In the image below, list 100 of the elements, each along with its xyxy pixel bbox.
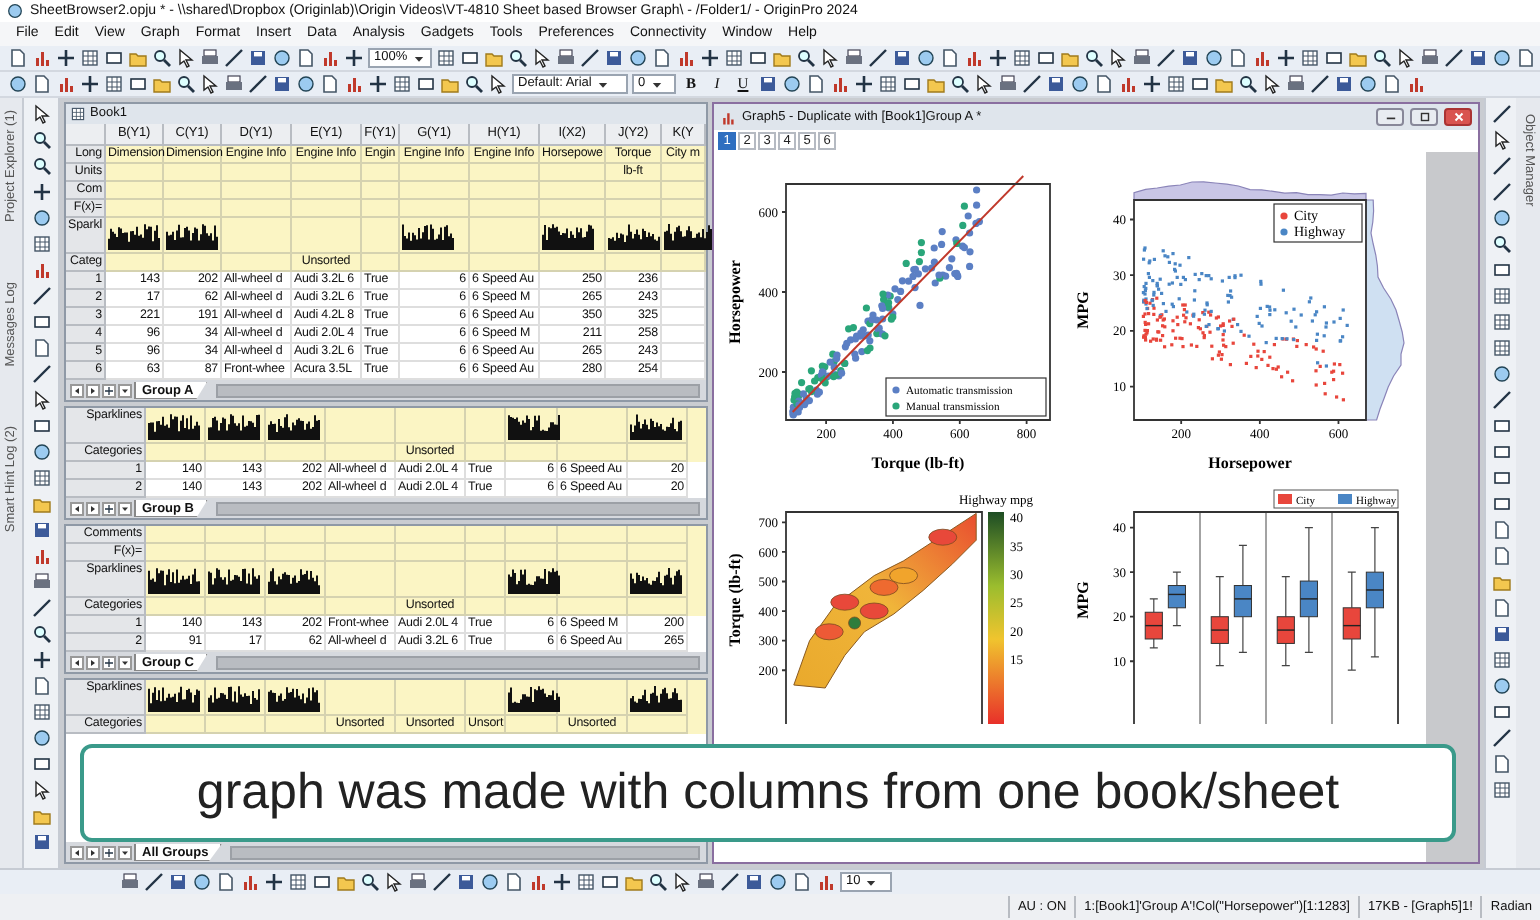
plus-icon[interactable] (368, 74, 388, 94)
circle-icon[interactable] (1491, 48, 1512, 68)
plus-icon[interactable] (56, 48, 76, 68)
circle-icon[interactable] (627, 48, 648, 68)
plus-icon[interactable] (102, 655, 116, 669)
pointer-icon[interactable] (531, 48, 552, 68)
circle-icon[interactable] (1358, 74, 1378, 94)
bar-chart-icon[interactable] (56, 74, 76, 94)
bar-chart-icon[interactable] (1251, 48, 1272, 68)
printer-icon[interactable] (408, 872, 428, 892)
rectangle-icon[interactable] (747, 48, 768, 68)
plus-icon[interactable] (1142, 74, 1162, 94)
caret-icon[interactable] (595, 77, 610, 91)
magnifier-icon[interactable] (31, 130, 51, 150)
printer-icon[interactable] (843, 48, 864, 68)
line-icon[interactable] (144, 872, 164, 892)
horizontal-scrollbar[interactable] (230, 845, 700, 859)
magnifier-icon[interactable] (1083, 48, 1104, 68)
magnifier-icon[interactable] (176, 74, 196, 94)
grid-icon[interactable] (435, 48, 456, 68)
line-icon[interactable] (1443, 48, 1464, 68)
rectangle-icon[interactable] (31, 754, 51, 774)
corner-cell[interactable] (66, 124, 106, 146)
grid-icon[interactable] (31, 468, 51, 488)
document-icon[interactable] (31, 676, 51, 696)
circle-icon[interactable] (480, 872, 500, 892)
maximize-button[interactable] (1410, 108, 1438, 126)
line-icon[interactable] (1491, 728, 1511, 748)
line-icon[interactable] (31, 598, 51, 618)
line-icon[interactable] (1491, 104, 1511, 124)
close-button[interactable] (1444, 108, 1472, 126)
magnifier-icon[interactable] (648, 872, 668, 892)
rectangle-icon[interactable] (902, 74, 922, 94)
rectangle-icon[interactable] (31, 416, 51, 436)
document-icon[interactable] (1491, 598, 1511, 618)
bar-chart-icon[interactable] (720, 109, 736, 125)
grid-icon[interactable] (1491, 780, 1511, 800)
magnifier-icon[interactable] (31, 624, 51, 644)
plus-icon[interactable] (264, 872, 284, 892)
triangle-left-icon[interactable] (70, 501, 84, 515)
plus-icon[interactable] (102, 501, 116, 515)
plus-icon[interactable] (344, 48, 364, 68)
caret-icon[interactable] (864, 875, 879, 889)
pointer-icon[interactable] (974, 74, 994, 94)
bar-chart-icon[interactable] (675, 48, 696, 68)
line-icon[interactable] (579, 48, 600, 68)
grid-icon[interactable] (104, 74, 124, 94)
printer-icon[interactable] (31, 572, 51, 592)
circle-icon[interactable] (31, 208, 51, 228)
pointer-icon[interactable] (819, 48, 840, 68)
circle-icon[interactable] (915, 48, 936, 68)
circle-icon[interactable] (296, 74, 316, 94)
triangle-left-icon[interactable] (70, 655, 84, 669)
rectangle-icon[interactable] (1190, 74, 1210, 94)
printer-icon[interactable] (1131, 48, 1152, 68)
cross-icon[interactable] (1451, 110, 1465, 124)
line-icon[interactable] (1491, 182, 1511, 202)
rectangle-icon[interactable] (1323, 48, 1344, 68)
pointer-icon[interactable] (31, 104, 51, 124)
triangle-right-icon[interactable] (86, 383, 100, 397)
magnifier-icon[interactable] (464, 74, 484, 94)
bar-chart-icon[interactable] (240, 872, 260, 892)
caret-icon[interactable] (118, 655, 132, 669)
magnifier-icon[interactable] (1491, 234, 1511, 254)
pointer-icon[interactable] (31, 780, 51, 800)
rectangle-icon[interactable] (312, 872, 332, 892)
pointer-icon[interactable] (1491, 130, 1511, 150)
bar-chart-icon[interactable] (1406, 74, 1426, 94)
line-icon[interactable] (867, 48, 888, 68)
line-icon[interactable] (31, 286, 51, 306)
line-icon[interactable] (224, 48, 244, 68)
printer-icon[interactable] (1419, 48, 1440, 68)
plus-icon[interactable] (552, 872, 572, 892)
circle-icon[interactable] (192, 872, 212, 892)
square-icon[interactable] (1417, 110, 1431, 124)
horizontal-scrollbar[interactable] (216, 501, 700, 515)
printer-icon[interactable] (200, 48, 220, 68)
grid-icon[interactable] (723, 48, 744, 68)
grid-icon[interactable] (1491, 312, 1511, 332)
circle-icon[interactable] (272, 48, 292, 68)
bar-chart-icon[interactable] (830, 74, 850, 94)
magnifier-icon[interactable] (1238, 74, 1258, 94)
grid-icon[interactable] (1491, 650, 1511, 670)
caret-icon[interactable] (118, 845, 132, 859)
bar-chart-icon[interactable] (1118, 74, 1138, 94)
circle-icon[interactable] (782, 74, 802, 94)
plus-icon[interactable] (854, 74, 874, 94)
rectangle-icon[interactable] (1491, 260, 1511, 280)
pointer-icon[interactable] (1395, 48, 1416, 68)
triangle-right-icon[interactable] (86, 501, 100, 515)
line-icon[interactable] (248, 74, 268, 94)
document-icon[interactable] (31, 338, 51, 358)
rectangle-icon[interactable] (1491, 702, 1511, 722)
circle-icon[interactable] (1203, 48, 1224, 68)
circle-icon[interactable] (8, 74, 28, 94)
grid-icon[interactable] (1491, 286, 1511, 306)
grid-icon[interactable] (1491, 338, 1511, 358)
bar-chart-icon[interactable] (816, 872, 836, 892)
grid-icon[interactable] (80, 48, 100, 68)
rectangle-icon[interactable] (416, 74, 436, 94)
